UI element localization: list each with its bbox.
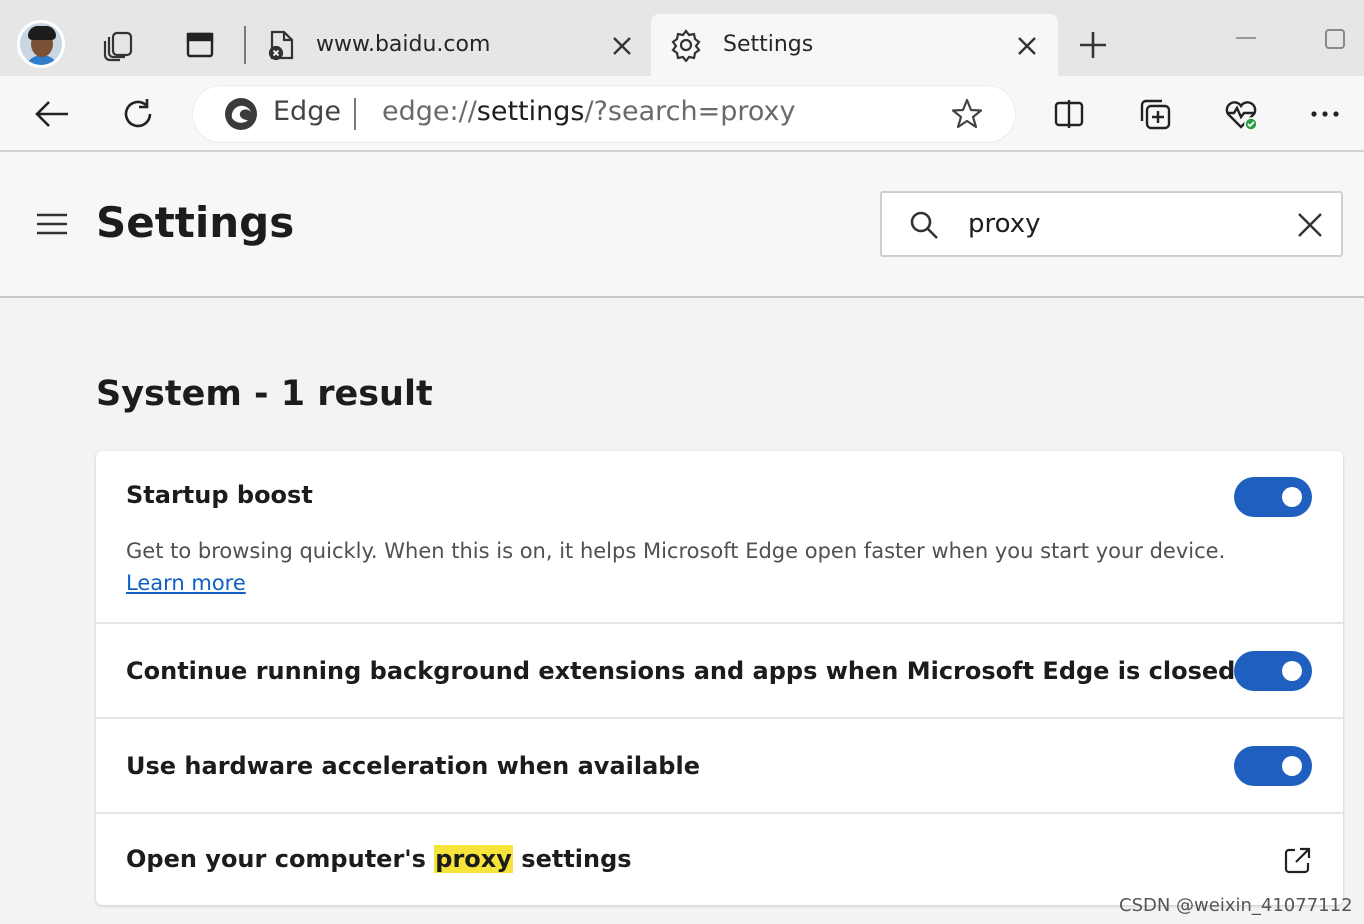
setting-startup-boost: Startup boost Get to browsing quickly. W… (96, 451, 1343, 622)
edge-logo-icon (223, 96, 259, 132)
setting-open-proxy[interactable]: Open your computer's proxy settings (96, 812, 1343, 905)
toggle-knob (1282, 487, 1302, 507)
new-tab-button[interactable] (1074, 26, 1112, 64)
menu-icon[interactable] (32, 204, 72, 244)
split-screen-button[interactable] (1047, 92, 1091, 136)
url-suffix: /?search=proxy (584, 96, 796, 127)
address-bar[interactable]: Edge edge://settings/?search=proxy (193, 86, 1015, 142)
address-divider (354, 98, 356, 130)
tab-separator (244, 26, 246, 64)
gear-icon (669, 28, 703, 62)
section-heading: System - 1 result (96, 374, 433, 414)
setting-title: Open your computer's proxy settings (126, 845, 632, 873)
page-error-icon (264, 28, 298, 62)
browser-toolbar: Edge edge://settings/?search=proxy (0, 76, 1364, 152)
startup-boost-toggle[interactable] (1234, 477, 1312, 517)
watermark: CSDN @weixin_41077112 (1119, 895, 1353, 916)
collections-button[interactable] (1133, 92, 1177, 136)
back-button[interactable] (30, 92, 74, 136)
setting-description: Get to browsing quickly. When this is on… (126, 535, 1276, 599)
toggle-knob (1282, 756, 1302, 776)
maximize-icon[interactable] (1320, 24, 1350, 54)
profile-avatar[interactable] (17, 20, 65, 68)
refresh-button[interactable] (116, 92, 160, 136)
vertical-tabs-icon[interactable] (182, 27, 218, 63)
settings-header: Settings (0, 152, 1364, 298)
external-link-icon[interactable] (1280, 844, 1314, 878)
browser-essentials-button[interactable] (1219, 92, 1263, 136)
search-icon (906, 207, 942, 243)
workspaces-icon[interactable] (101, 27, 137, 63)
hardware-acceleration-toggle[interactable] (1234, 746, 1312, 786)
background-extensions-toggle[interactable] (1234, 651, 1312, 691)
setting-title: Use hardware acceleration when available (126, 752, 700, 780)
toggle-knob (1282, 661, 1302, 681)
tab-title: Settings (723, 32, 814, 57)
setting-title: Startup boost (126, 481, 313, 509)
title-before: Open your computer's (126, 845, 435, 873)
url-prefix: edge:// (382, 96, 477, 127)
edge-badge: Edge (273, 96, 341, 127)
setting-title: Continue running background extensions a… (126, 657, 1236, 685)
favorite-star-icon[interactable] (949, 96, 985, 132)
minimize-icon[interactable] (1232, 28, 1260, 48)
setting-background-extensions: Continue running background extensions a… (96, 622, 1343, 717)
avatar-hair (28, 26, 56, 40)
clear-search-icon[interactable] (1292, 207, 1328, 243)
tab-title: www.baidu.com (316, 32, 491, 57)
page-title: Settings (96, 198, 295, 247)
close-tab-icon[interactable] (608, 32, 636, 60)
search-input[interactable] (968, 205, 1268, 243)
settings-search[interactable] (880, 191, 1343, 257)
search-match-highlight: proxy (434, 845, 513, 873)
title-after: settings (512, 845, 632, 873)
learn-more-link[interactable]: Learn more (126, 571, 246, 595)
tab-baidu[interactable]: www.baidu.com (258, 14, 650, 76)
setting-hardware-acceleration: Use hardware acceleration when available (96, 717, 1343, 812)
url-host: settings (476, 96, 585, 127)
close-tab-icon[interactable] (1013, 32, 1041, 60)
url-text[interactable]: edge://settings/?search=proxy (382, 96, 796, 127)
more-menu-button[interactable] (1303, 92, 1347, 136)
tab-settings[interactable]: Settings (651, 14, 1058, 76)
description-text: Get to browsing quickly. When this is on… (126, 539, 1226, 563)
settings-card: Startup boost Get to browsing quickly. W… (96, 451, 1343, 905)
tab-strip: www.baidu.com Settings (0, 0, 1364, 76)
